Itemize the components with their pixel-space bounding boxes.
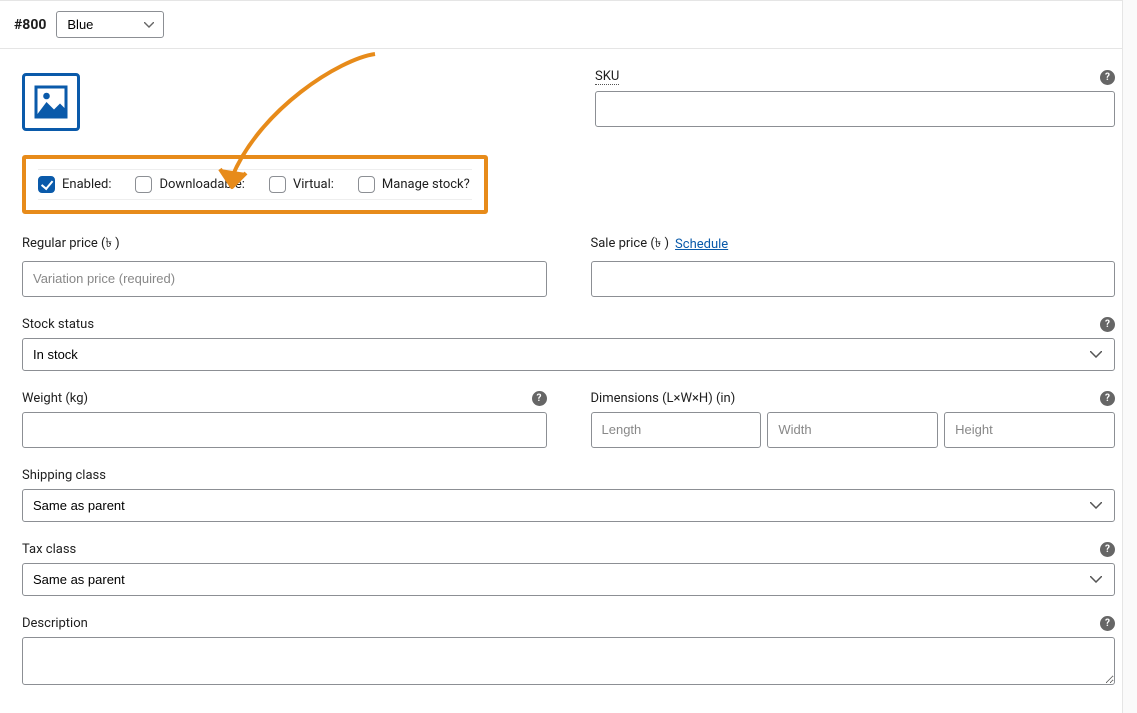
regular-price-label: Regular price (৳ ) (22, 234, 547, 255)
sale-price-label: Sale price (৳ ) Schedule (591, 234, 1116, 255)
variation-header: #800 Blue (0, 0, 1137, 49)
height-input[interactable] (944, 412, 1115, 448)
variation-image-upload[interactable] (22, 73, 80, 131)
sku-label: SKU ? (595, 69, 1115, 85)
attribute-select[interactable]: Blue (56, 11, 164, 38)
tax-class-label: Tax class ? (22, 542, 1115, 557)
variation-options-highlighted: Enabled: Downloadable: Virtual: Manage s… (22, 155, 488, 214)
stock-status-select[interactable]: In stock (22, 338, 1115, 371)
length-input[interactable] (591, 412, 762, 448)
weight-input[interactable] (22, 412, 547, 448)
help-icon[interactable]: ? (1100, 391, 1115, 406)
help-icon[interactable]: ? (1100, 542, 1115, 557)
description-textarea[interactable] (22, 637, 1115, 685)
scrollbar[interactable] (1122, 0, 1137, 713)
variation-id: #800 (14, 17, 46, 33)
help-icon[interactable]: ? (532, 391, 547, 406)
width-input[interactable] (767, 412, 938, 448)
sale-price-input[interactable] (591, 261, 1116, 297)
tax-class-select[interactable]: Same as parent (22, 563, 1115, 596)
stock-status-label: Stock status ? (22, 317, 1115, 332)
manage-stock-checkbox[interactable]: Manage stock? (358, 176, 470, 193)
shipping-class-label: Shipping class (22, 468, 1115, 483)
help-icon[interactable]: ? (1100, 317, 1115, 332)
help-icon[interactable]: ? (1100, 70, 1115, 85)
dimensions-label: Dimensions (L×W×H) (in) ? (591, 391, 1116, 406)
description-label: Description ? (22, 616, 1115, 631)
image-placeholder-icon (33, 84, 69, 120)
shipping-class-select[interactable]: Same as parent (22, 489, 1115, 522)
sku-input[interactable] (595, 91, 1115, 127)
virtual-checkbox[interactable]: Virtual: (269, 176, 334, 193)
weight-label: Weight (kg) ? (22, 391, 547, 406)
downloadable-checkbox[interactable]: Downloadable: (135, 176, 244, 193)
help-icon[interactable]: ? (1100, 616, 1115, 631)
schedule-link[interactable]: Schedule (675, 237, 728, 252)
enabled-checkbox[interactable]: Enabled: (38, 176, 111, 193)
regular-price-input[interactable] (22, 261, 547, 297)
